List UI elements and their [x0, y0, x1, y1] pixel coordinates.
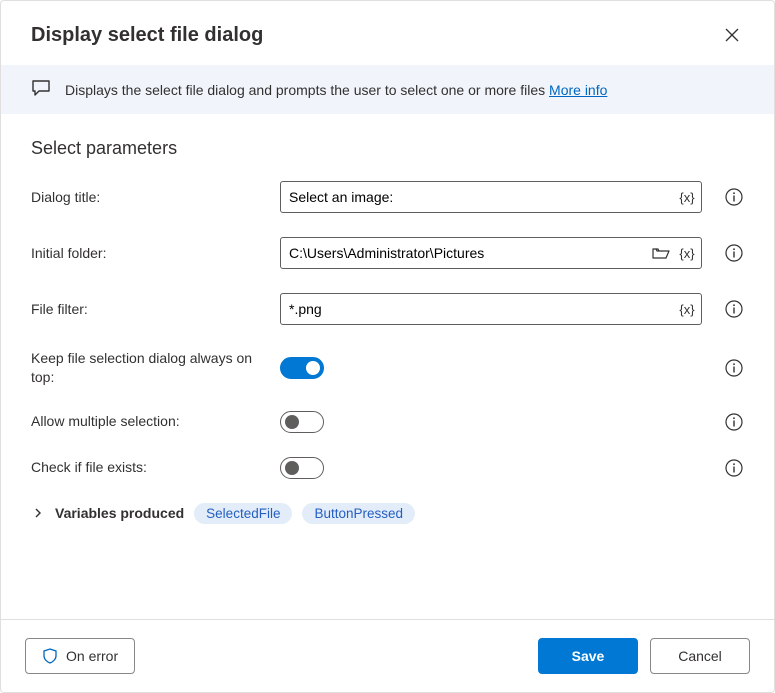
info-banner: Displays the select file dialog and prom… [1, 65, 774, 114]
label-check-exists: Check if file exists: [31, 458, 266, 477]
input-file-filter[interactable] [281, 301, 675, 317]
toggle-allow-multiple[interactable] [280, 411, 324, 433]
info-icon[interactable] [724, 358, 744, 378]
input-dialog-title[interactable] [281, 189, 675, 205]
input-initial-folder[interactable] [281, 245, 649, 261]
variables-produced[interactable]: Variables produced SelectedFile ButtonPr… [31, 503, 744, 524]
close-button[interactable] [716, 19, 748, 51]
field-initial-folder: Initial folder: {x} [31, 237, 744, 269]
info-icon[interactable] [724, 243, 744, 263]
label-file-filter: File filter: [31, 300, 266, 319]
parameters-section: Select parameters Dialog title: {x} Init… [1, 114, 774, 524]
info-icon[interactable] [724, 187, 744, 207]
banner-text: Displays the select file dialog and prom… [65, 82, 607, 98]
chevron-right-icon [31, 506, 45, 520]
variable-chip-buttonpressed[interactable]: ButtonPressed [302, 503, 415, 524]
dialog-title: Display select file dialog [31, 24, 263, 47]
field-allow-multiple: Allow multiple selection: [31, 411, 744, 433]
field-check-exists: Check if file exists: [31, 457, 744, 479]
browse-folder-icon[interactable] [649, 241, 673, 265]
label-always-on-top: Keep file selection dialog always on top… [31, 349, 266, 387]
dialog-footer: On error Save Cancel [1, 619, 774, 692]
toggle-always-on-top[interactable] [280, 357, 324, 379]
label-dialog-title: Dialog title: [31, 188, 266, 207]
dialog-header: Display select file dialog [1, 1, 774, 65]
shield-icon [42, 648, 58, 664]
input-wrap-file-filter: {x} [280, 293, 702, 325]
info-icon[interactable] [724, 458, 744, 478]
on-error-button[interactable]: On error [25, 638, 135, 674]
variable-picker-icon[interactable]: {x} [675, 241, 699, 265]
more-info-link[interactable]: More info [549, 82, 607, 98]
label-initial-folder: Initial folder: [31, 244, 266, 263]
variable-picker-icon[interactable]: {x} [675, 185, 699, 209]
save-button[interactable]: Save [538, 638, 638, 674]
field-dialog-title: Dialog title: {x} [31, 181, 744, 213]
label-allow-multiple: Allow multiple selection: [31, 412, 266, 431]
toggle-check-exists[interactable] [280, 457, 324, 479]
field-file-filter: File filter: {x} [31, 293, 744, 325]
cancel-button[interactable]: Cancel [650, 638, 750, 674]
footer-actions: Save Cancel [538, 638, 750, 674]
close-icon [725, 28, 739, 42]
variables-label: Variables produced [55, 505, 184, 521]
input-wrap-initial-folder: {x} [280, 237, 702, 269]
variable-chip-selectedfile[interactable]: SelectedFile [194, 503, 292, 524]
section-title: Select parameters [31, 138, 744, 159]
info-icon[interactable] [724, 412, 744, 432]
info-icon[interactable] [724, 299, 744, 319]
variable-picker-icon[interactable]: {x} [675, 297, 699, 321]
field-always-on-top: Keep file selection dialog always on top… [31, 349, 744, 387]
comment-icon [31, 79, 51, 100]
input-wrap-dialog-title: {x} [280, 181, 702, 213]
